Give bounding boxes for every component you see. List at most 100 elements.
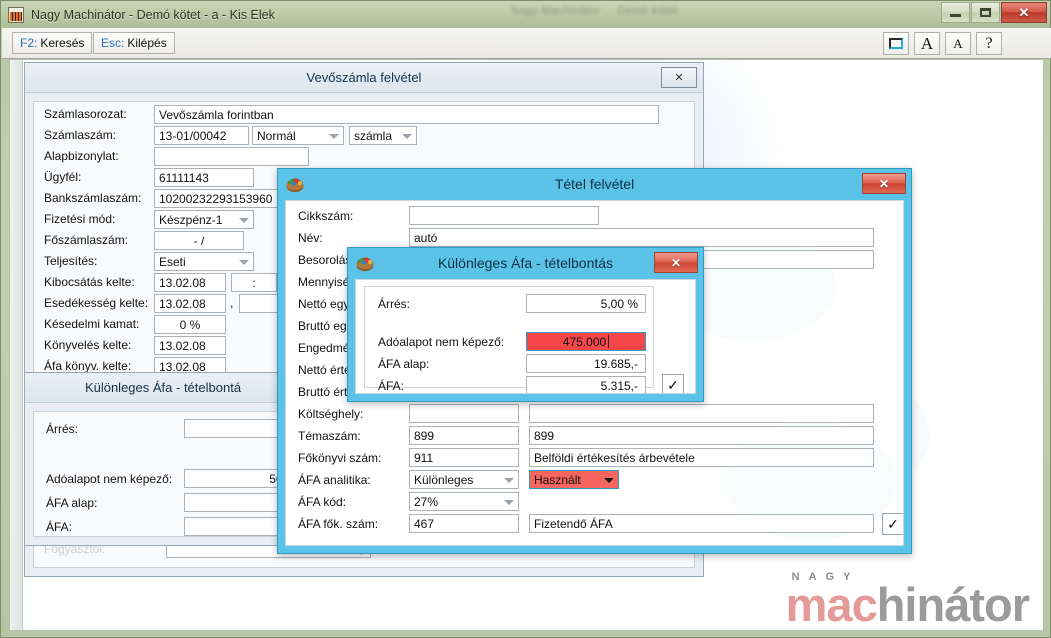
input-nev[interactable]: autó [409, 228, 874, 247]
label-back-afa: ÁFA: [46, 520, 73, 534]
input-ugyfel[interactable]: 61111143 [154, 168, 254, 187]
input-fokonyvi-szam[interactable]: 911 [409, 448, 519, 467]
label-front-afa: ÁFA: [378, 379, 405, 393]
brand-main-pink: mac [785, 577, 878, 631]
input-konyveles-kelte[interactable]: 13.02.08 [154, 336, 226, 355]
label-kesedelmi-kamat: Késedelmi kamat: [44, 317, 140, 331]
input-fokonyvi-nev[interactable]: Belföldi értékesítés árbevétele [529, 448, 874, 467]
label-foszamlaszam: Főszámlaszám: [44, 233, 129, 247]
input-front-arres[interactable]: 5,00 % [526, 294, 646, 313]
label-front-afa-alap: ÁFA alap: [378, 357, 430, 371]
app-root: Nagy Machinátor - Demó kötet - a - Kis E… [0, 0, 1051, 638]
rect-icon [889, 38, 903, 49]
text-caret-icon [608, 335, 610, 348]
input-koltseghely-nev[interactable] [529, 404, 874, 423]
input-front-adoalapot[interactable]: 475.000 [526, 332, 646, 351]
basket-icon [286, 178, 304, 193]
label-szamlaszam: Számlaszám: [44, 128, 117, 142]
mdi-client-area: NAGY machinátor Vevőszámla felvétel ✕ Sz… [9, 59, 1044, 631]
window-mode-button[interactable] [883, 32, 909, 55]
maximize-button[interactable] [971, 2, 1000, 23]
input-cikkszam[interactable] [409, 206, 599, 225]
esedekesseg-separator: , [230, 296, 234, 310]
exit-button-key: Esc: [101, 36, 125, 50]
input-alapbizonylat[interactable] [154, 147, 309, 166]
label-cikkszam: Cikkszám: [298, 209, 354, 223]
combo-afa-kod[interactable]: 27% [409, 492, 519, 511]
vat-front-dialog-titlebar: Különleges Áfa - tételbontás ✕ [348, 248, 703, 278]
search-button[interactable]: F2: Keresés [12, 32, 93, 54]
input-koltseghely[interactable] [409, 404, 519, 423]
font-larger-button[interactable]: A [914, 32, 940, 55]
label-back-arres: Árrés: [46, 422, 79, 436]
input-kibocsatas-kelte[interactable]: 13.02.08 [154, 273, 226, 292]
label-nev: Név: [298, 231, 323, 245]
label-front-arres: Árrés: [378, 297, 411, 311]
combo-fizetesi-mod[interactable]: Készpénz-1 [154, 210, 254, 229]
input-front-adoalapot-value: 475.000 [562, 334, 607, 349]
input-afa-fok-nev[interactable]: Fizetendő ÁFA [529, 514, 874, 533]
label-back-afa-alap: ÁFA alap: [46, 496, 98, 510]
vat-front-dialog-body: Árrés: 5,00 % Adóalapot nem képező: 475.… [355, 279, 696, 394]
A-big-icon: A [920, 34, 934, 53]
vat-front-dialog-ok-button[interactable]: ✓ [662, 374, 684, 393]
label-teljesites: Teljesítés: [44, 254, 98, 268]
input-temaszam[interactable]: 899 [409, 426, 519, 445]
app-icon [8, 6, 24, 23]
vat-front-dialog-close-button[interactable]: ✕ [654, 252, 698, 273]
label-front-adoalapot: Adóalapot nem képező: [378, 335, 505, 349]
exit-button[interactable]: Esc: Kilépés [93, 32, 175, 54]
close-button[interactable]: ✕ [1001, 2, 1047, 23]
label-fizetesi-mod: Fizetési mód: [44, 212, 116, 226]
main-window: Nagy Machinátor - Demó kötet - a - Kis E… [0, 0, 1051, 638]
vat-front-dialog: Különleges Áfa - tételbontás ✕ Árrés: 5,… [347, 247, 704, 402]
label-kibocsatas-kelte: Kibocsátás kelte: [44, 275, 135, 289]
combo-szamla-tipus[interactable]: Normál [252, 126, 344, 145]
input-foszamlaszam[interactable]: - / [154, 231, 244, 250]
brand-main-text: machinátor [786, 581, 1030, 628]
window-title: Nagy Machinátor - Demó kötet - a - Kis E… [31, 7, 275, 22]
label-szamlasorozat: Számlasorozat: [44, 107, 127, 121]
label-alapbizonylat: Alapbizonylat: [44, 149, 119, 163]
vat-back-dialog-titlebar: Különleges Áfa - tételbontá [25, 373, 301, 403]
window-controls: ✕ [940, 2, 1047, 23]
invoice-dialog-titlebar: Vevőszámla felvétel ✕ [25, 63, 703, 93]
input-szamlasorozat[interactable]: Vevőszámla forintban [154, 105, 659, 124]
item-dialog-titlebar: Tétel felvétel ✕ [278, 169, 911, 199]
invoice-dialog-close-button[interactable]: ✕ [661, 67, 697, 88]
input-szamlaszam[interactable]: 13-01/00042 [154, 126, 249, 145]
label-temaszam: Témaszám: [298, 429, 361, 443]
left-scrollbar[interactable] [10, 60, 23, 630]
basket-icon [356, 257, 374, 272]
main-toolbar: F2: Keresés Esc: Kilépés A A ? [2, 28, 1051, 59]
label-afa-konyv-kelte: Áfa könyv. kelte: [44, 359, 132, 373]
input-temaszam-nev[interactable]: 899 [529, 426, 874, 445]
question-icon: ? [985, 34, 993, 52]
vat-back-dialog: Különleges Áfa - tételbontá Árrés: Adóal… [24, 372, 314, 546]
combo-bizonylat-tipus[interactable]: számla [349, 126, 417, 145]
brand-top-text: NAGY [791, 570, 860, 583]
combo-teljesites[interactable]: Eseti [154, 252, 254, 271]
label-afa-analitika: ÁFA analitika: [298, 473, 371, 487]
label-afa-fok-szam: ÁFA fők. szám: [298, 517, 379, 531]
A-small-icon: A [953, 36, 963, 51]
combo-afa-hasznalt[interactable]: Használt [529, 470, 619, 489]
input-front-afa[interactable]: 5.315,- [526, 376, 646, 393]
combo-afa-analitika[interactable]: Különleges [409, 470, 519, 489]
minimize-button[interactable] [941, 2, 970, 23]
label-esedekesseg-kelte: Esedékesség kelte: [44, 296, 149, 310]
item-dialog-ok-button[interactable]: ✓ [882, 513, 903, 535]
input-afa-fok-szam[interactable]: 467 [409, 514, 519, 533]
vat-back-dialog-title: Különleges Áfa - tételbontá [84, 380, 242, 395]
input-front-afa-alap[interactable]: 19.685,- [526, 354, 646, 373]
input-esedekesseg-kelte[interactable]: 13.02.08 [154, 294, 226, 313]
help-button[interactable]: ? [976, 32, 1002, 55]
search-button-label: Keresés [40, 36, 85, 50]
item-dialog-close-button[interactable]: ✕ [862, 173, 906, 194]
label-koltseghely: Költséghely: [298, 407, 364, 421]
input-kesedelmi-kamat[interactable]: 0 % [154, 315, 226, 334]
invoice-dialog-title: Vevőszámla felvétel [306, 70, 422, 85]
font-smaller-button[interactable]: A [945, 32, 971, 55]
input-kibocsatas-ido[interactable]: : [231, 273, 277, 292]
vat-front-dialog-title: Különleges Áfa - tételbontás [437, 255, 614, 271]
